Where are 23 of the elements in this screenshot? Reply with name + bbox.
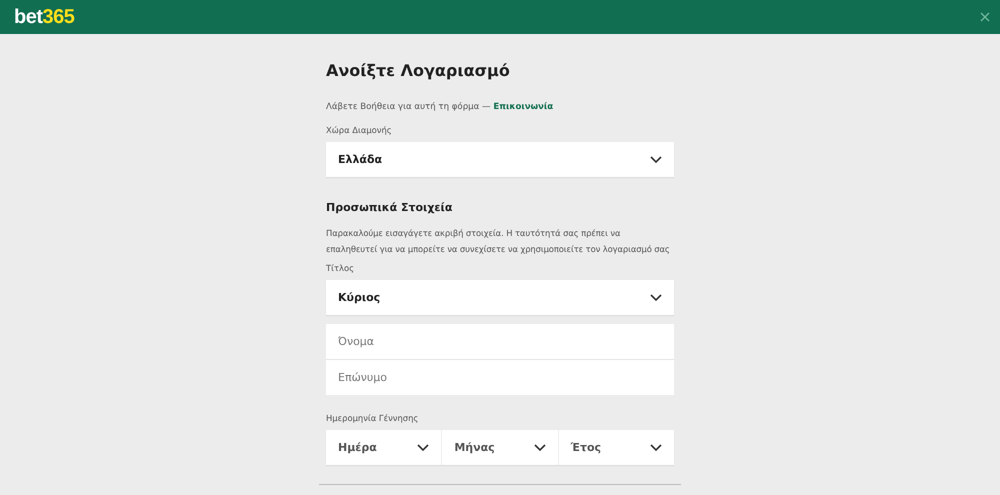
field-label: Τίτλος	[326, 263, 355, 273]
section-title: Προσωπικά Στοιχεία	[326, 201, 454, 214]
help-text: Λάβετε Βοήθεια για αυτή τη φόρμα — Επικοινωνία	[326, 102, 554, 112]
close-button[interactable]	[978, 10, 992, 24]
close-icon	[980, 12, 990, 22]
date-select[interactable]: Ημέρα	[326, 430, 442, 465]
text-field[interactable]: Επώνυμο	[326, 360, 674, 395]
chevron-down-icon	[650, 294, 662, 302]
field-label: Χώρα Διαμονής	[326, 125, 393, 135]
title-select[interactable]: Κύριος	[326, 280, 674, 315]
date-select[interactable]: Έτος	[558, 430, 674, 465]
text-field[interactable]: Όνομα	[326, 324, 674, 359]
section-note: Παρακαλούμε εισαγάγετε ακριβή στοιχεία. Η ταυτότητά σας πρέπει να επαληθευτεί για να μπορείτε να συνεχίσετε να χρησιμοποιείτε τον λογαριασμό σας	[326, 227, 671, 256]
chevron-down-icon	[417, 444, 430, 452]
country-select[interactable]: Ελλάδα	[326, 142, 674, 177]
chevron-down-icon	[534, 444, 546, 452]
chevron-down-icon	[650, 156, 662, 164]
page-title: Ανοίξτε Λογαριασμό	[326, 61, 511, 80]
date-select[interactable]: Μήνας	[441, 430, 558, 465]
chevron-down-icon	[650, 444, 662, 452]
field-label: Ημερομηνία Γέννησης	[326, 413, 420, 423]
contact-link[interactable]: Επικοινωνία	[493, 102, 554, 112]
logo[interactable]: bet365	[14, 6, 74, 28]
